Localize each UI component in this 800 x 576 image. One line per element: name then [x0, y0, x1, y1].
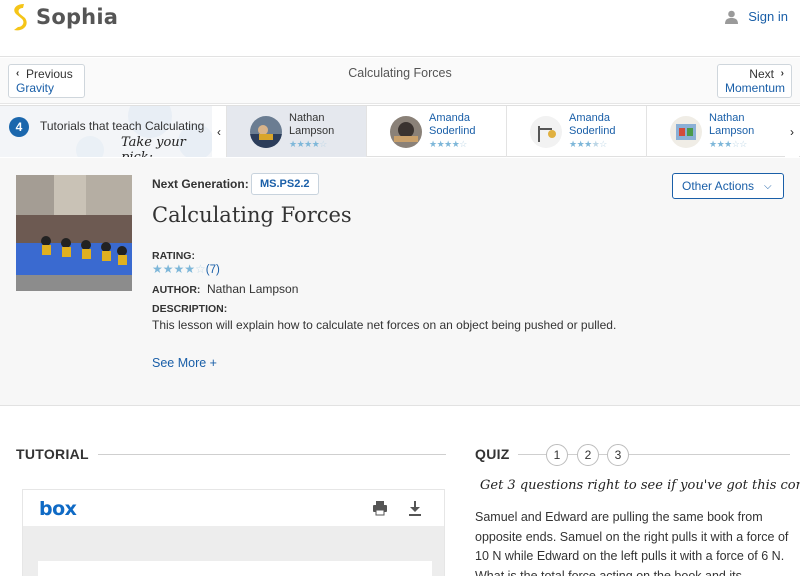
tutorials-label: 4 Tutorials that teach Calculating Take …: [0, 106, 212, 157]
tutorial-card[interactable]: Amanda Soderlind ★★★★☆: [366, 106, 506, 157]
strip-scroll-right[interactable]: ›: [785, 106, 799, 157]
tutorial-heading: TUTORIAL: [16, 446, 89, 462]
strip-scroll-left[interactable]: ‹: [212, 106, 226, 157]
tutorial-count-badge: 4: [9, 117, 29, 137]
nav-title: Calculating Forces: [348, 66, 452, 80]
other-actions-label: Other Actions: [682, 179, 755, 193]
avatar: [530, 115, 562, 148]
next-label: Next: [749, 67, 774, 81]
chevron-right-icon: ›: [780, 68, 784, 79]
lesson-nav-bar: ‹ Previous Gravity Calculating Forces Ne…: [0, 58, 800, 104]
author-name: Nathan Lampson: [207, 282, 299, 296]
take-your-pick: Take your pick:: [121, 135, 186, 157]
lesson-title: Calculating Forces: [152, 203, 352, 227]
tutorial-author-first: Amanda: [429, 112, 470, 124]
rating-stars: ★★★☆☆: [709, 139, 747, 149]
print-icon[interactable]: [372, 500, 388, 516]
tutorial-author-first: Nathan: [709, 112, 745, 124]
user-icon: [725, 10, 739, 24]
avatar: [250, 115, 282, 148]
sophia-logo[interactable]: Sophia: [10, 3, 118, 31]
divider: [98, 454, 446, 455]
tutorial-author-first: Amanda: [569, 112, 610, 124]
rating-stars: ★★★★☆: [289, 139, 327, 149]
rating-count: (7): [205, 264, 220, 276]
tutorial-card[interactable]: Nathan Lampson ★★★☆☆: [646, 106, 786, 157]
lesson-rating[interactable]: ★★★★☆(7): [152, 262, 220, 276]
rating-stars: ★★★★☆: [569, 139, 607, 149]
rating-stars: ★★★★☆: [429, 139, 467, 149]
other-actions-button[interactable]: Other Actions ⌵: [672, 173, 784, 199]
next-generation-label: Next Generation:: [152, 177, 249, 191]
tutorial-author-last: Lampson: [709, 125, 755, 137]
download-icon[interactable]: [408, 500, 422, 516]
box-viewer: box: [22, 489, 445, 576]
tutorials-label-text: Tutorials that teach Calculating: [40, 119, 205, 133]
sophia-logo-icon: [14, 4, 27, 31]
site-header: Sophia Sign in: [0, 0, 800, 57]
quiz-question-text: Samuel and Edward are pulling the same b…: [475, 510, 789, 576]
lesson-description: This lesson will explain how to calculat…: [152, 318, 617, 332]
tutorial-author-last: Lampson: [289, 125, 335, 137]
tutorial-author-last: Soderlind: [569, 125, 616, 137]
tutorial-author-first: Nathan: [289, 112, 325, 124]
standard-badge[interactable]: MS.PS2.2: [251, 173, 319, 195]
see-more-link[interactable]: See More +: [152, 356, 217, 370]
quiz-question-3[interactable]: 3: [607, 444, 629, 466]
tutorials-strip: 4 Tutorials that teach Calculating Take …: [0, 105, 800, 157]
sign-in-label: Sign in: [748, 9, 788, 24]
chevron-right-icon: ›: [790, 124, 794, 139]
box-logo: box: [39, 498, 77, 520]
quiz-question-1[interactable]: 1: [546, 444, 568, 466]
quiz-heading: QUIZ: [475, 446, 510, 462]
box-toolbar: box: [23, 490, 444, 526]
chevron-left-icon: ‹: [217, 124, 221, 139]
chevron-down-icon: ⌵: [764, 180, 772, 192]
document-area[interactable]: [23, 526, 444, 576]
brand-name: Sophia: [36, 5, 119, 29]
rating-label: RATING:: [152, 250, 195, 262]
description-label: DESCRIPTION:: [152, 303, 228, 315]
document-page: [38, 561, 432, 576]
quiz-question-2[interactable]: 2: [577, 444, 599, 466]
next-button[interactable]: Next › Momentum: [717, 64, 792, 98]
tutorial-author-last: Soderlind: [429, 125, 476, 137]
lesson-thumbnail: [16, 175, 132, 291]
previous-target: Gravity: [16, 81, 55, 95]
tutorial-card[interactable]: Nathan Lampson ★★★★☆: [226, 106, 366, 157]
lesson-info: Next Generation: MS.PS2.2 Other Actions …: [0, 158, 800, 406]
quiz-prompt: Get 3 questions right to see if you've g…: [480, 478, 800, 493]
next-target: Momentum: [725, 81, 786, 95]
avatar: [670, 115, 702, 148]
tutorial-card[interactable]: Amanda Soderlind ★★★★☆: [506, 106, 646, 157]
sign-in-link[interactable]: Sign in: [725, 9, 788, 24]
author-label: AUTHOR:: [152, 284, 201, 296]
avatar: [390, 115, 422, 148]
